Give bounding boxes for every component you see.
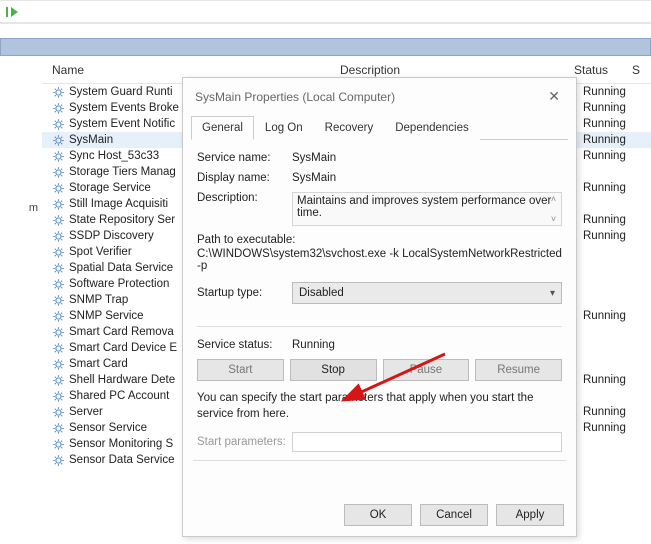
play-icon-bar [6,7,8,17]
value-path: C:\WINDOWS\system32\svchost.exe -k Local… [197,248,562,272]
gear-icon [52,214,65,227]
gear-icon [52,422,65,435]
service-status: Running [583,102,639,114]
label-path: Path to executable: [197,234,562,246]
dialog-body: Service name: SysMain Display name: SysM… [183,140,576,475]
dialog-titlebar: SysMain Properties (Local Computer) ✕ [183,78,576,109]
label-start-parameters: Start parameters: [197,436,292,448]
dialog-footer-buttons: OK Cancel Apply [344,504,564,526]
tab-general[interactable]: General [191,116,254,140]
startup-type-select[interactable]: Disabled ▾ [292,282,562,304]
gear-icon [52,166,65,179]
start-parameters-hint: You can specify the start parameters tha… [197,391,562,422]
gear-icon [52,342,65,355]
gear-icon [52,182,65,195]
service-status: Running [583,422,639,434]
close-icon[interactable]: ✕ [544,88,564,105]
service-status: Running [583,310,639,322]
service-status: Running [583,118,639,130]
col-startup[interactable]: S [622,57,651,83]
description-box: Maintains and improves system performanc… [292,192,562,226]
value-description: Maintains and improves system performanc… [297,195,551,219]
dialog-tabs: General Log On Recovery Dependencies [191,115,568,140]
service-status: Running [583,214,639,226]
ok-button[interactable]: OK [344,504,412,526]
gear-icon [52,310,65,323]
label-service-name: Service name: [197,152,292,164]
value-service-name: SysMain [292,152,562,164]
gutter-label: m [0,202,42,214]
tab-dependencies[interactable]: Dependencies [384,116,480,140]
resume-button: Resume [475,359,562,381]
gear-icon [52,230,65,243]
gear-icon [52,134,65,147]
gear-icon [52,262,65,275]
cancel-button[interactable]: Cancel [420,504,488,526]
start-button: Start [197,359,284,381]
stop-button[interactable]: Stop [290,359,377,381]
left-gutter: m [0,56,42,468]
service-status: Running [583,86,639,98]
service-status: Running [583,374,639,386]
pause-button: Pause [383,359,470,381]
toolbar [0,0,651,24]
label-startup-type: Startup type: [197,287,292,299]
gear-icon [52,406,65,419]
label-service-status: Service status: [197,339,292,351]
play-icon[interactable] [11,7,18,17]
label-display-name: Display name: [197,172,292,184]
service-status: Running [583,406,639,418]
gear-icon [52,390,65,403]
apply-button[interactable]: Apply [496,504,564,526]
service-status: Running [583,182,639,194]
description-scrollbar[interactable]: ˄˅ [547,194,560,224]
gear-icon [52,278,65,291]
start-parameters-input[interactable] [292,432,562,452]
chevron-down-icon: ▾ [550,288,555,299]
divider [197,326,562,327]
service-status: Running [583,230,639,242]
service-status: Running [583,150,639,162]
gear-icon [52,150,65,163]
gear-icon [52,118,65,131]
dialog-title: SysMain Properties (Local Computer) [195,90,395,104]
value-service-status: Running [292,339,562,351]
gear-icon [52,358,65,371]
gear-icon [52,198,65,211]
divider-bottom [193,460,566,461]
value-startup-type: Disabled [299,287,344,299]
value-display-name: SysMain [292,172,562,184]
gear-icon [52,246,65,259]
window-banner [0,38,651,56]
gear-icon [52,454,65,467]
service-control-buttons: Start Stop Pause Resume [197,359,562,381]
service-status: Running [583,134,639,146]
label-description: Description: [197,192,292,204]
gear-icon [52,374,65,387]
properties-dialog: SysMain Properties (Local Computer) ✕ Ge… [182,77,577,537]
gear-icon [52,326,65,339]
gear-icon [52,86,65,99]
tab-logon[interactable]: Log On [254,116,314,140]
gear-icon [52,294,65,307]
gear-icon [52,438,65,451]
gear-icon [52,102,65,115]
tab-recovery[interactable]: Recovery [314,116,385,140]
